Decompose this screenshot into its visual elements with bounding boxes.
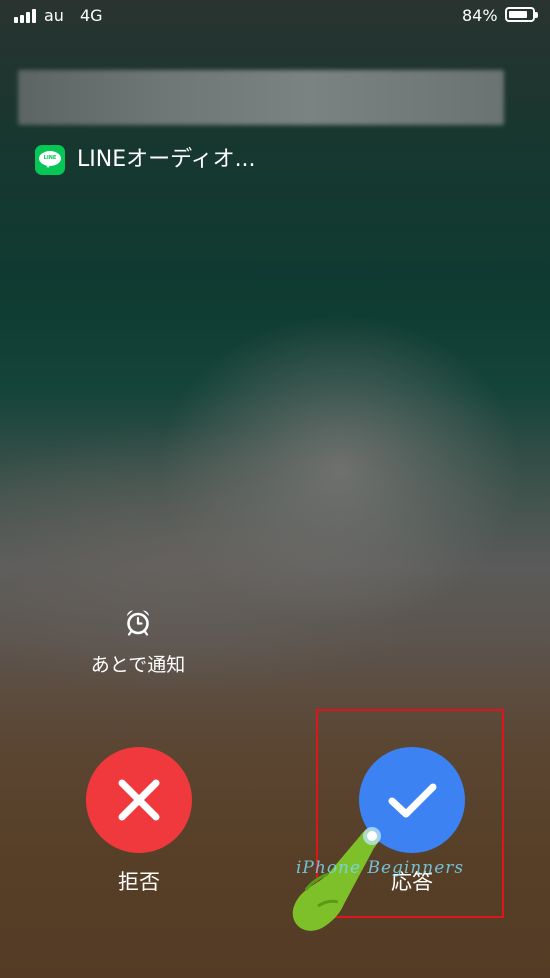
remind-me-button[interactable]: あとで通知 [68,608,208,677]
x-icon [118,779,160,821]
signal-strength-icon [14,9,36,23]
alarm-clock-icon [127,610,149,636]
battery-icon [505,7,538,22]
network-type: 4G [80,6,103,25]
blurred-caller-banner [18,70,504,125]
line-icon-text: LINE [43,155,57,161]
app-name-label: LINEオーディオ... [77,147,256,172]
decline-label: 拒否 [118,870,160,894]
line-app-icon: LINE [35,145,65,175]
status-bar: au 4G 84% [0,0,550,32]
battery-percentage: 84% [462,6,498,25]
watermark-text: iPhone Beginners [296,858,465,878]
carrier-name: au [44,6,64,25]
decline-button[interactable] [86,747,192,853]
remind-me-label: あとで通知 [90,654,186,676]
pointing-hand-icon [292,827,381,931]
